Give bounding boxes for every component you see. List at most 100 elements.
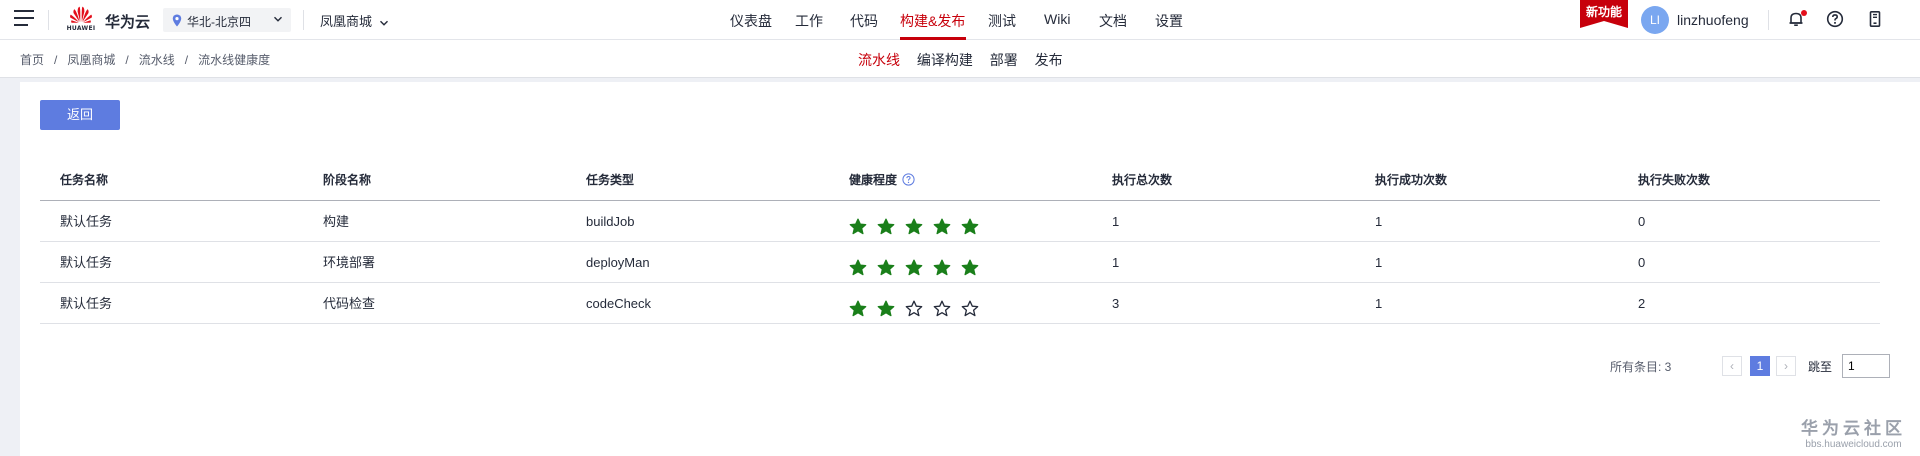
cell-task-type: codeCheck <box>586 296 652 311</box>
column-header: 任务名称 <box>60 173 109 187</box>
cell-total-runs: 1 <box>1112 255 1120 270</box>
chevron-down-icon <box>379 20 388 26</box>
bell-icon[interactable] <box>1787 10 1807 30</box>
cell-success-runs: 1 <box>1375 255 1383 270</box>
project-selector[interactable]: 凤凰商城 <box>320 11 389 30</box>
brand-name[interactable]: 华为云 <box>105 11 150 32</box>
help-icon[interactable] <box>1826 10 1846 30</box>
mobile-glyph <box>1869 10 1881 27</box>
star-empty-icon <box>933 300 951 317</box>
star-filled-icon <box>849 218 867 235</box>
table-row: 默认任务 环境部署 deployMan 1 1 0 <box>40 242 1880 283</box>
cell-health <box>829 242 979 283</box>
breadcrumb-item[interactable]: 流水线 <box>139 53 175 67</box>
nav-code[interactable]: 代码 <box>850 11 878 31</box>
star-filled-icon <box>961 259 979 276</box>
next-page-button[interactable]: › <box>1776 356 1796 376</box>
top-header: HUAWEI 华为云 华北-北京四 凤凰商城 仪表盘 工作 代码 构建&发布 测… <box>0 0 1920 40</box>
star-filled-icon <box>877 218 895 235</box>
column-header: 执行失败次数 <box>1638 173 1711 187</box>
star-filled-icon <box>849 259 867 276</box>
menu-icon[interactable] <box>14 10 34 26</box>
cell-health <box>829 201 979 242</box>
health-rating <box>849 252 989 276</box>
mobile-icon[interactable] <box>1866 10 1886 30</box>
star-filled-icon <box>849 300 867 317</box>
watermark-title: 华为云社区 <box>1801 419 1906 438</box>
page-number-button[interactable]: 1 <box>1750 356 1770 376</box>
huawei-flower-icon <box>70 6 92 23</box>
cell-health <box>829 283 979 324</box>
nav-work[interactable]: 工作 <box>795 11 823 31</box>
tab-compile-build[interactable]: 编译构建 <box>917 52 973 68</box>
breadcrumb-separator: / <box>54 53 58 67</box>
tab-deploy[interactable]: 部署 <box>990 52 1018 68</box>
breadcrumb-separator: / <box>184 53 189 67</box>
cell-total-runs: 3 <box>1112 296 1120 311</box>
back-button[interactable]: 返回 <box>40 100 120 130</box>
jump-page-input[interactable] <box>1842 354 1890 378</box>
chevron-down-icon <box>274 16 282 22</box>
pagination-total: 所有条目: 3 <box>1610 360 1672 374</box>
cell-failed-runs: 0 <box>1638 255 1646 270</box>
cell-task-type: buildJob <box>586 214 635 229</box>
cell-task-name: 默认任务 <box>60 296 113 311</box>
column-header: 任务类型 <box>586 173 635 187</box>
breadcrumb-separator: / <box>125 53 129 67</box>
health-rating <box>849 211 989 235</box>
star-empty-icon <box>905 300 923 317</box>
watermark: 华为云社区 bbs.huaweicloud.com <box>1801 414 1906 450</box>
logo-wordmark: HUAWEI <box>66 25 96 32</box>
nav-build-release[interactable]: 构建&发布 <box>900 11 965 31</box>
column-header-label: 健康程度 <box>849 173 898 187</box>
cell-total-runs: 1 <box>1112 214 1120 229</box>
avatar[interactable]: LI <box>1641 6 1669 34</box>
project-name: 凤凰商城 <box>320 14 373 29</box>
table-row: 默认任务 构建 buildJob 1 1 0 <box>40 201 1880 242</box>
nav-docs[interactable]: 文档 <box>1099 11 1127 31</box>
column-header: 阶段名称 <box>323 173 372 187</box>
star-empty-icon <box>961 300 979 317</box>
tab-pipeline[interactable]: 流水线 <box>858 52 900 68</box>
cell-task-type: deployMan <box>586 255 650 270</box>
sub-nav: 流水线 编译构建 部署 发布 <box>858 50 1076 70</box>
divider <box>1768 10 1769 30</box>
cell-success-runs: 1 <box>1375 296 1383 311</box>
nav-wiki[interactable]: Wiki <box>1044 11 1070 27</box>
cell-task-name: 默认任务 <box>60 214 113 229</box>
jump-label: 跳至 <box>1808 360 1833 374</box>
table-header: 任务名称 阶段名称 任务类型 健康程度 执行总次数 执行成功次数 执行失败次数 <box>40 160 1880 201</box>
nav-settings[interactable]: 设置 <box>1155 11 1183 31</box>
breadcrumb-item[interactable]: 首页 <box>20 53 44 67</box>
star-filled-icon <box>961 218 979 235</box>
breadcrumb: 首页 / 凤凰商城 / 流水线 / 流水线健康度 <box>20 51 270 68</box>
prev-page-button[interactable]: ‹ <box>1722 356 1742 376</box>
star-filled-icon <box>877 300 895 317</box>
huawei-logo[interactable]: HUAWEI <box>65 5 97 35</box>
breadcrumb-current: 流水线健康度 <box>198 53 271 67</box>
location-pin-icon <box>172 14 182 27</box>
notification-dot <box>1801 10 1807 16</box>
star-filled-icon <box>933 259 951 276</box>
cell-failed-runs: 2 <box>1638 296 1646 311</box>
health-table: 任务名称 阶段名称 任务类型 健康程度 执行总次数 执行成功次数 执行失败次数 … <box>40 160 1880 324</box>
region-selector[interactable]: 华北-北京四 <box>163 8 291 32</box>
new-feature-label: 新功能 <box>1585 5 1622 19</box>
help-glyph <box>1826 10 1844 28</box>
star-filled-icon <box>905 259 923 276</box>
question-circle-icon[interactable] <box>902 173 915 186</box>
column-header: 执行总次数 <box>1112 173 1173 187</box>
content-card: 返回 任务名称 阶段名称 任务类型 健康程度 执行总次数 执行成功次数 执行失败… <box>20 82 1920 456</box>
star-filled-icon <box>905 218 923 235</box>
table-row: 默认任务 代码检查 codeCheck 3 1 2 <box>40 283 1880 324</box>
watermark-url: bbs.huaweicloud.com <box>1805 439 1902 450</box>
nav-dashboard[interactable]: 仪表盘 <box>730 11 772 31</box>
star-filled-icon <box>933 218 951 235</box>
column-header: 执行成功次数 <box>1375 173 1448 187</box>
tab-release[interactable]: 发布 <box>1035 52 1063 68</box>
username[interactable]: linzhuofeng <box>1677 12 1749 28</box>
cell-stage-name: 环境部署 <box>323 255 376 270</box>
nav-test[interactable]: 测试 <box>988 11 1016 31</box>
new-feature-badge[interactable]: 新功能 <box>1580 0 1628 28</box>
breadcrumb-item[interactable]: 凤凰商城 <box>67 53 115 67</box>
